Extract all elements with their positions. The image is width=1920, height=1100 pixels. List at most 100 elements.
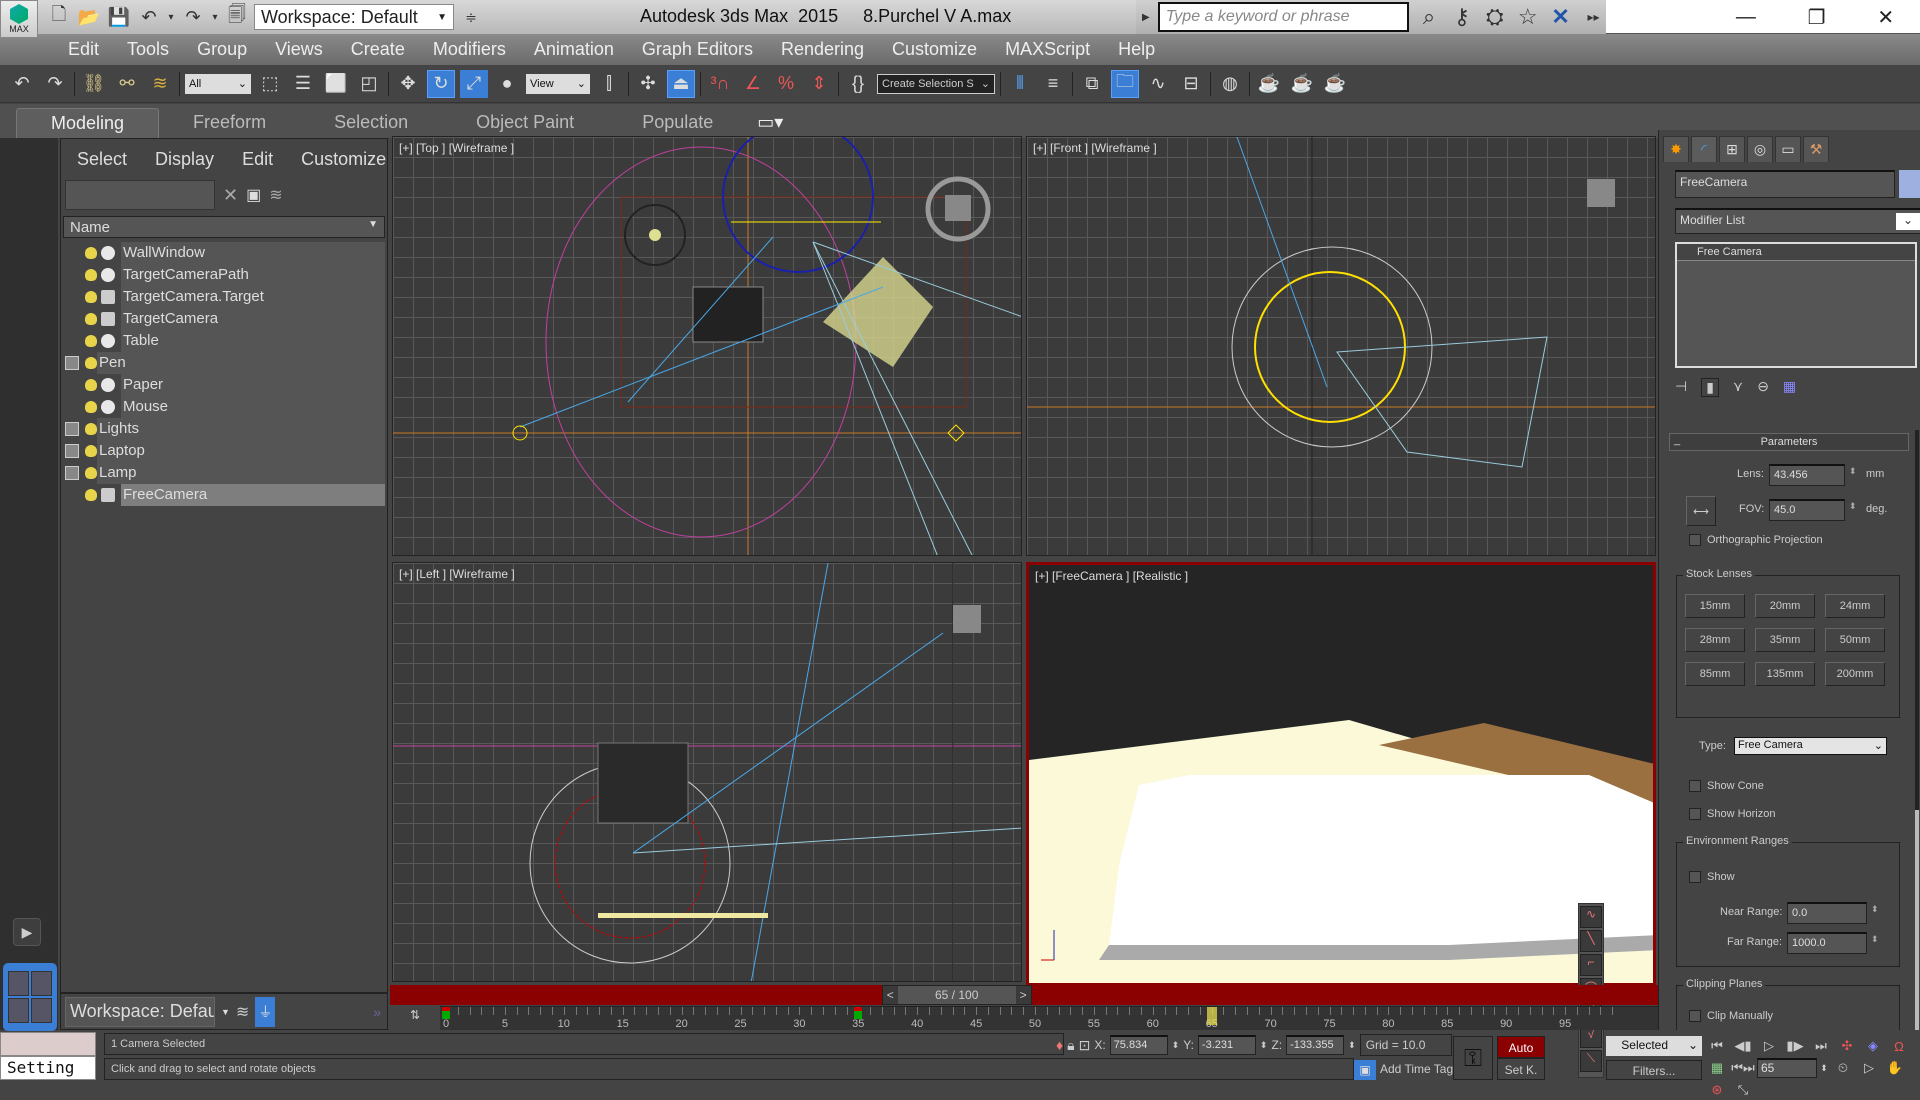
fov-direction-button[interactable]: ⟷ (1686, 496, 1716, 526)
visibility-bulb-icon[interactable] (85, 379, 97, 391)
auto-key-button[interactable]: Auto (1497, 1036, 1545, 1058)
key-mode-toggle-icon[interactable]: ⏮⏭ (1731, 1058, 1755, 1078)
new-file-icon[interactable]: 🗋 (46, 4, 72, 30)
key-filters-button[interactable]: Filters... (1606, 1060, 1702, 1080)
lens-input[interactable]: 43.456 (1769, 464, 1845, 486)
y-spinner[interactable]: ⬍ (1260, 1040, 1268, 1051)
camera-type-dropdown[interactable]: Free Camera ⌄ (1734, 737, 1887, 755)
dolly-camera-icon[interactable]: ▷ (1857, 1058, 1881, 1078)
x-spinner[interactable]: ⬍ (1172, 1040, 1180, 1051)
restore-button[interactable]: ❐ (1808, 5, 1826, 30)
list-item[interactable]: ▶Pen (61, 352, 387, 374)
edit-named-selection-icon[interactable]: {} (844, 70, 872, 98)
list-item[interactable]: ▶Lamp (61, 462, 387, 484)
clear-search-icon[interactable]: ✕ (223, 185, 238, 206)
play-icon[interactable]: ▷ (1757, 1036, 1781, 1056)
z-coordinate-input[interactable]: -133.355 (1286, 1035, 1345, 1055)
display-tab-icon[interactable]: ▭ (1775, 136, 1801, 162)
align-icon[interactable]: ≡ (1039, 70, 1067, 98)
exchange-icon[interactable]: ✕ (1548, 4, 1573, 30)
zoom-extents-icon[interactable]: ✣ (1835, 1036, 1859, 1056)
object-name[interactable]: Pen (97, 352, 385, 374)
maximize-viewport-icon[interactable]: ▦ (1705, 1058, 1729, 1078)
checkbox[interactable] (1689, 780, 1701, 793)
visibility-bulb-icon[interactable] (85, 269, 97, 281)
env-show-checkbox[interactable]: Show (1689, 871, 1735, 884)
customize-qat-icon[interactable]: ≑ (458, 4, 484, 30)
visibility-bulb-icon[interactable] (85, 247, 97, 259)
time-slider-prev[interactable]: < (883, 988, 898, 1002)
modifier-list-dropdown[interactable]: Modifier List ⌄ (1675, 208, 1920, 234)
object-name[interactable]: Mouse (121, 396, 385, 418)
viewport-left[interactable]: [+] [Left ] [Wireframe ] (392, 562, 1022, 982)
isolate-selection-icon[interactable]: ♦ (1056, 1037, 1063, 1053)
select-and-rotate-icon[interactable]: ↻ (427, 69, 455, 98)
key-selection-set-dropdown[interactable]: Selected ⌄ (1606, 1036, 1702, 1056)
project-folder-icon[interactable]: 🗐 (224, 4, 250, 30)
visibility-bulb-icon[interactable] (85, 423, 97, 435)
show-end-result-icon[interactable]: ▮ (1701, 378, 1719, 397)
manipulate-icon[interactable]: ✣ (634, 70, 662, 98)
pivot-center-icon[interactable]: ⫿ (595, 70, 623, 98)
pin-stack-icon[interactable]: ⊣ (1675, 378, 1687, 397)
time-tag-icon[interactable]: ▣ (1354, 1060, 1376, 1080)
window-crossing-icon[interactable]: ◰ (355, 70, 383, 98)
tangent-custom-icon[interactable]: ⟍ (1580, 1050, 1602, 1072)
object-color-swatch[interactable] (1899, 170, 1920, 198)
named-selection-set-dropdown[interactable]: Create Selection S ⌄ (877, 73, 995, 94)
workspace-dropdown[interactable]: Workspace: Default ▼ (254, 4, 454, 30)
menu-create[interactable]: Create (337, 39, 419, 60)
layers-icon[interactable]: ≋ (269, 185, 282, 205)
checkbox[interactable] (1689, 871, 1701, 884)
visibility-bulb-icon[interactable] (85, 291, 97, 303)
current-frame-input[interactable]: 65 (1757, 1058, 1817, 1078)
near-range-spinner[interactable]: ⬍ (1871, 904, 1879, 915)
chevron-down-icon[interactable]: ▼ (221, 1007, 230, 1017)
keyframe-marker[interactable] (854, 1007, 863, 1019)
explorer-menu-display[interactable]: Display (155, 149, 214, 170)
far-range-input[interactable]: 1000.0 (1787, 932, 1867, 954)
menu-views[interactable]: Views (261, 39, 337, 60)
stock-lens-button[interactable]: 24mm (1825, 594, 1885, 618)
near-range-input[interactable]: 0.0 (1787, 902, 1867, 924)
menu-customize[interactable]: Customize (878, 39, 991, 60)
next-frame-icon[interactable]: ▮▶ (1783, 1036, 1807, 1056)
selection-filter-dropdown[interactable]: All ⌄ (185, 73, 251, 94)
render-production-icon[interactable]: ☕ (1321, 70, 1349, 98)
menu-maxscript[interactable]: MAXScript (991, 39, 1104, 60)
object-name[interactable]: Lights (97, 418, 385, 440)
new-layer-icon[interactable]: ▣ (246, 185, 261, 205)
visibility-bulb-icon[interactable] (85, 445, 97, 457)
time-slider-value[interactable]: 65 / 100 (897, 986, 1016, 1004)
frame-spinner[interactable]: ⬍ (1819, 1058, 1829, 1078)
select-and-scale-icon[interactable]: ⤢ (460, 69, 488, 98)
viewcube[interactable] (945, 195, 971, 221)
previous-frame-icon[interactable]: ◀▮ (1731, 1036, 1755, 1056)
orbit-icon[interactable]: Ω (1887, 1036, 1911, 1056)
stock-lens-button[interactable]: 135mm (1755, 662, 1815, 686)
sort-by-hierarchy-icon[interactable]: ⏚ (255, 996, 276, 1027)
object-name[interactable]: Paper (121, 374, 385, 396)
y-coordinate-input[interactable]: -3.231 (1197, 1035, 1256, 1055)
open-file-icon[interactable]: 📂 (76, 4, 102, 30)
time-slider-next[interactable]: > (1016, 988, 1031, 1002)
utilities-tab-icon[interactable]: ⚒ (1803, 136, 1829, 162)
object-name[interactable]: TargetCamera.Target (121, 286, 385, 308)
lens-spinner[interactable]: ⬍ (1849, 466, 1857, 477)
list-item[interactable]: Mouse (61, 396, 387, 418)
percent-snap-icon[interactable]: % (772, 70, 800, 98)
satellite-icon[interactable]: ⛭ (1482, 4, 1507, 30)
more-icon[interactable]: ▸▸ (1581, 10, 1606, 24)
stock-lens-button[interactable]: 50mm (1825, 628, 1885, 652)
minimize-button[interactable]: — (1736, 6, 1756, 29)
x-coordinate-input[interactable]: 75.834 (1109, 1035, 1168, 1055)
list-item[interactable]: TargetCamera.Target (61, 286, 387, 308)
maxscript-listener-line[interactable] (0, 1032, 96, 1056)
tangent-linear-icon[interactable]: ╲ (1580, 930, 1602, 952)
viewport-label[interactable]: [+] [Left ] [Wireframe ] (399, 567, 515, 581)
timeline-ruler[interactable]: 05101520253035404550556065707580859095 (440, 1006, 1658, 1030)
menu-group[interactable]: Group (183, 39, 261, 60)
angle-snap-icon[interactable]: ∠ (739, 70, 767, 98)
rendered-frame-window-icon[interactable]: ☕ (1288, 70, 1316, 98)
checkbox[interactable] (1689, 1010, 1701, 1023)
